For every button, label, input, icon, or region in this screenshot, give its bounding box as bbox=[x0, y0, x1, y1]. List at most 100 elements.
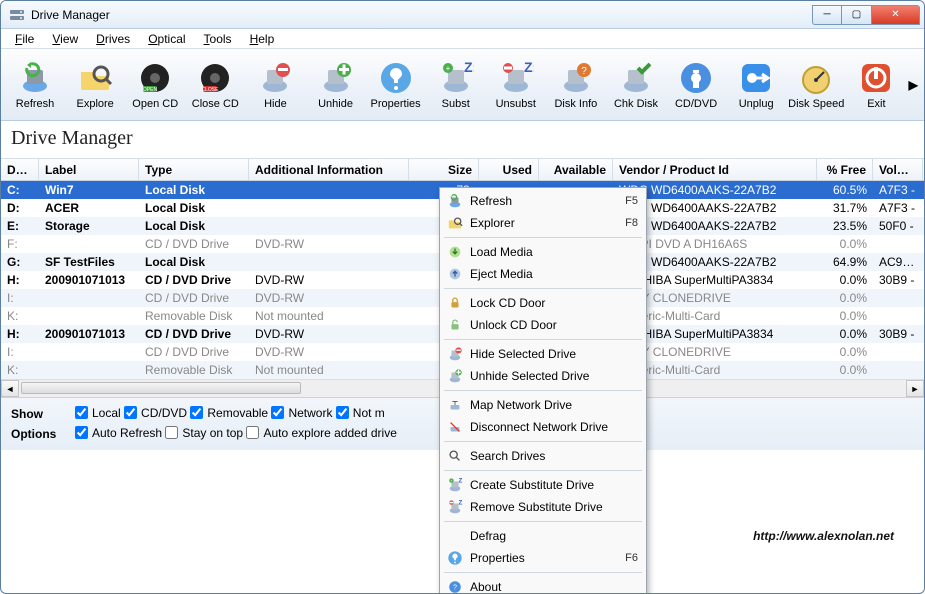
maximize-button[interactable]: ▢ bbox=[842, 5, 872, 25]
cell: I: bbox=[1, 289, 39, 307]
scroll-left-button[interactable]: ◄ bbox=[1, 380, 19, 397]
context-map-network-drive[interactable]: Map Network Drive bbox=[442, 394, 644, 416]
cell: CD / DVD Drive bbox=[139, 235, 249, 253]
context-unlock-cd-door[interactable]: Unlock CD Door bbox=[442, 314, 644, 336]
checkbox[interactable] bbox=[190, 406, 203, 419]
scroll-right-button[interactable]: ► bbox=[906, 380, 924, 397]
show-not-m[interactable]: Not m bbox=[336, 406, 385, 420]
context-properties[interactable]: PropertiesF6 bbox=[442, 547, 644, 569]
show-network[interactable]: Network bbox=[271, 406, 332, 420]
tool-cd-dvd[interactable]: CD/DVD bbox=[666, 58, 726, 112]
context-lock-cd-door[interactable]: Lock CD Door bbox=[442, 292, 644, 314]
context-disconnect-network-drive[interactable]: Disconnect Network Drive bbox=[442, 416, 644, 438]
col-drive[interactable]: Drive bbox=[1, 159, 39, 180]
svg-text:Z:: Z: bbox=[464, 60, 474, 75]
tool-label: Subst bbox=[442, 98, 470, 110]
col-volume[interactable]: Volume bbox=[873, 159, 923, 180]
context-unhide-selected-drive[interactable]: Unhide Selected Drive bbox=[442, 365, 644, 387]
col-additional-information[interactable]: Additional Information bbox=[249, 159, 409, 180]
context-refresh[interactable]: RefreshF5 bbox=[442, 190, 644, 212]
context-about[interactable]: ?About bbox=[442, 576, 644, 594]
context-defrag[interactable]: Defrag bbox=[442, 525, 644, 547]
tool-exit[interactable]: Exit bbox=[846, 58, 906, 112]
cell: D: bbox=[1, 199, 39, 217]
col-vendor-product-id[interactable]: Vendor / Product Id bbox=[613, 159, 817, 180]
menu-drives[interactable]: Drives bbox=[88, 31, 138, 47]
col-available[interactable]: Available bbox=[539, 159, 613, 180]
menu-optical[interactable]: Optical bbox=[140, 31, 193, 47]
cell: Removable Disk bbox=[139, 307, 249, 325]
tool-explore[interactable]: Explore bbox=[65, 58, 125, 112]
diskspeed-icon bbox=[798, 60, 834, 96]
titlebar[interactable]: Drive Manager ─ ▢ ✕ bbox=[1, 1, 924, 29]
context-eject-media[interactable]: Eject Media bbox=[442, 263, 644, 285]
tool-disk-info[interactable]: ?Disk Info bbox=[546, 58, 606, 112]
option-auto-refresh[interactable]: Auto Refresh bbox=[75, 426, 162, 440]
menu-help[interactable]: Help bbox=[242, 31, 283, 47]
tool-hide[interactable]: Hide bbox=[245, 58, 305, 112]
context-explorer[interactable]: ExplorerF8 bbox=[442, 212, 644, 234]
context-remove-substitute-drive[interactable]: Z:Remove Substitute Drive bbox=[442, 496, 644, 518]
tool-close-cd[interactable]: CLOSEClose CD bbox=[185, 58, 245, 112]
col-label[interactable]: Label bbox=[39, 159, 139, 180]
unsubst-icon: Z: bbox=[446, 498, 464, 516]
show-label: Show bbox=[11, 407, 63, 421]
tool-unsubst[interactable]: Z:Unsubst bbox=[486, 58, 546, 112]
refresh-icon bbox=[446, 192, 464, 210]
close-button[interactable]: ✕ bbox=[872, 5, 920, 25]
menu-tools[interactable]: Tools bbox=[196, 31, 240, 47]
context-create-substitute-drive[interactable]: Z:+Create Substitute Drive bbox=[442, 474, 644, 496]
context-label: Defrag bbox=[470, 529, 638, 543]
cell bbox=[39, 343, 139, 361]
hide-icon bbox=[446, 345, 464, 363]
cell bbox=[249, 253, 409, 271]
toolbar-overflow-arrow[interactable]: ▶ bbox=[906, 78, 920, 92]
checkbox[interactable] bbox=[336, 406, 349, 419]
col-used[interactable]: Used bbox=[479, 159, 539, 180]
show-local[interactable]: Local bbox=[75, 406, 121, 420]
context-load-media[interactable]: Load Media bbox=[442, 241, 644, 263]
cell: A7F3 - bbox=[873, 181, 923, 199]
cell bbox=[39, 361, 139, 379]
checkbox[interactable] bbox=[165, 426, 178, 439]
menu-view[interactable]: View bbox=[44, 31, 86, 47]
tool-open-cd[interactable]: OPENOpen CD bbox=[125, 58, 185, 112]
checkbox[interactable] bbox=[246, 426, 259, 439]
svg-text:?: ? bbox=[453, 584, 457, 592]
unhide-icon bbox=[318, 60, 354, 96]
refresh-icon bbox=[17, 60, 53, 96]
show-cd-dvd[interactable]: CD/DVD bbox=[124, 406, 187, 420]
context-hide-selected-drive[interactable]: Hide Selected Drive bbox=[442, 343, 644, 365]
checkbox[interactable] bbox=[75, 406, 88, 419]
tool-refresh[interactable]: Refresh bbox=[5, 58, 65, 112]
cell: CD / DVD Drive bbox=[139, 343, 249, 361]
cell: Storage bbox=[39, 217, 139, 235]
col-size[interactable]: Size bbox=[409, 159, 479, 180]
minimize-button[interactable]: ─ bbox=[812, 5, 842, 25]
show-removable[interactable]: Removable bbox=[190, 406, 268, 420]
cell: SF TestFiles bbox=[39, 253, 139, 271]
tool-unhide[interactable]: Unhide bbox=[305, 58, 365, 112]
cell bbox=[39, 235, 139, 253]
tool-disk-speed[interactable]: Disk Speed bbox=[786, 58, 846, 112]
tool-subst[interactable]: Z:+Subst bbox=[426, 58, 486, 112]
context-search-drives[interactable]: Search Drives bbox=[442, 445, 644, 467]
scroll-thumb[interactable] bbox=[21, 382, 301, 394]
tool-properties[interactable]: Properties bbox=[366, 58, 426, 112]
option-stay-on-top[interactable]: Stay on top bbox=[165, 426, 243, 440]
cell: 50F0 - bbox=[873, 217, 923, 235]
footer-link[interactable]: http://www.alexnolan.net bbox=[753, 529, 894, 543]
checkbox[interactable] bbox=[75, 426, 88, 439]
checkbox[interactable] bbox=[124, 406, 137, 419]
tool-unplug[interactable]: Unplug bbox=[726, 58, 786, 112]
tool-chk-disk[interactable]: Chk Disk bbox=[606, 58, 666, 112]
option-auto-explore-added-drive[interactable]: Auto explore added drive bbox=[246, 426, 396, 440]
cell: Not mounted bbox=[249, 307, 409, 325]
checkbox[interactable] bbox=[271, 406, 284, 419]
cell bbox=[249, 217, 409, 235]
col-type[interactable]: Type bbox=[139, 159, 249, 180]
menu-file[interactable]: File bbox=[7, 31, 42, 47]
cell bbox=[873, 343, 923, 361]
col--free[interactable]: % Free bbox=[817, 159, 873, 180]
cell: 200901071013 bbox=[39, 325, 139, 343]
